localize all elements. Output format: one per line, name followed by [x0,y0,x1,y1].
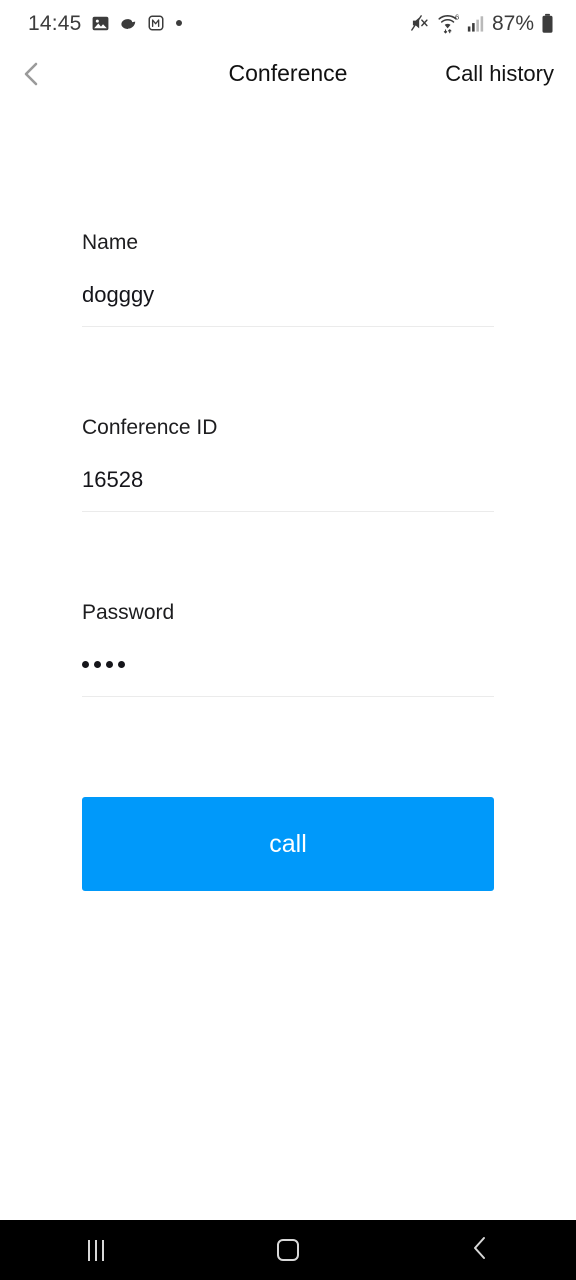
dot-indicator-icon [175,20,182,26]
nav-recents-button[interactable] [51,1220,141,1280]
back-icon [469,1235,491,1266]
status-bar-right: 6 87% [410,13,554,34]
back-chevron-icon[interactable] [18,56,54,92]
shell-icon [119,14,138,33]
password-mask-dot [94,660,101,668]
password-input[interactable] [82,654,494,697]
password-mask-dot [106,660,113,668]
nav-back-button[interactable] [435,1220,525,1280]
call-history-link[interactable]: Call history [445,61,554,87]
nav-home-button[interactable] [243,1220,333,1280]
status-clock: 14:45 [28,11,82,35]
name-label: Name [82,231,139,254]
name-input[interactable]: dogggy [82,284,494,327]
mute-icon [410,13,430,33]
password-mask-dot [82,660,89,668]
password-label: Password [82,601,175,624]
status-bar: 14:45 6 87% [0,0,576,46]
field-group-conference-id: Conference ID 16528 [82,417,494,512]
wifi-6-icon: 6 [437,13,460,34]
app-header: Conference Call history [0,46,576,101]
svg-text:6: 6 [455,13,459,21]
battery-icon [541,13,554,34]
field-group-password: Password [82,602,494,697]
call-button[interactable]: call [82,797,494,891]
conference-id-input[interactable]: 16528 [82,469,494,512]
conference-form: Name dogggy Conference ID 16528 Password [0,232,576,697]
home-icon [277,1239,299,1261]
system-navigation-bar [0,1220,576,1280]
cellular-signal-icon [467,14,484,33]
conference-id-label: Conference ID [82,416,218,439]
battery-percent-label: 87% [491,11,534,35]
field-group-name: Name dogggy [82,232,494,327]
recents-icon [88,1239,104,1261]
photos-icon [91,14,110,33]
password-mask-dot [118,660,125,668]
status-bar-left: 14:45 [28,13,182,34]
messenger-m-icon [147,14,165,32]
